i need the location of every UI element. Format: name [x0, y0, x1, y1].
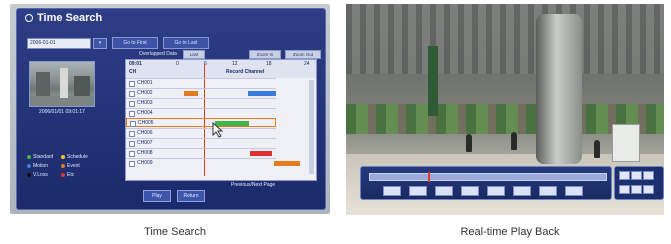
- page-navigation-label: Previous/Next Page: [231, 182, 276, 188]
- motion-segment[interactable]: [248, 91, 276, 96]
- playback-control-bar: [360, 166, 612, 200]
- camera-preview-thumbnail: [29, 61, 95, 107]
- return-button[interactable]: Return: [177, 190, 205, 202]
- channel-row[interactable]: CH003: [126, 98, 276, 108]
- motion-dot-icon: [27, 164, 31, 168]
- title-ring-icon: [25, 14, 33, 22]
- time-search-screenshot-frame: Time Search 2006-01-01 ▾ Go to First Go …: [10, 4, 330, 214]
- channel-checkbox[interactable]: [129, 141, 135, 147]
- reverse-play-button[interactable]: [435, 186, 453, 196]
- legend-vloss: V.Loss: [27, 172, 48, 178]
- rewind-button[interactable]: [383, 186, 401, 196]
- legend-schedule: Schedule: [61, 154, 88, 160]
- channel-row[interactable]: CH006: [126, 128, 276, 138]
- mouse-pointer-icon: [212, 122, 224, 138]
- pause-button[interactable]: [461, 186, 479, 196]
- grid-header: 09:01 0 6 12 18 24 CH Record Channel: [126, 60, 316, 78]
- channel-row[interactable]: CH001: [126, 78, 276, 88]
- step-back-button[interactable]: [409, 186, 427, 196]
- channel-checkbox[interactable]: [129, 131, 135, 137]
- close-playback-button[interactable]: [643, 185, 654, 194]
- time-search-window: Time Search 2006-01-01 ▾ Go to First Go …: [16, 8, 326, 210]
- channel-checkbox[interactable]: [129, 101, 135, 107]
- channel-row[interactable]: CH002: [126, 88, 276, 98]
- vloss-dot-icon: [27, 173, 31, 177]
- channel-checkbox[interactable]: [129, 161, 135, 167]
- event-segment[interactable]: [274, 161, 300, 166]
- channel-checkbox[interactable]: [129, 81, 135, 87]
- legend-event: Event: [61, 163, 80, 169]
- speed-up-button[interactable]: [631, 185, 642, 194]
- split-4-button[interactable]: [631, 171, 642, 180]
- overlap-last-button[interactable]: Last: [183, 50, 205, 59]
- go-to-first-button[interactable]: Go to First: [112, 37, 158, 49]
- fast-forward-button[interactable]: [539, 186, 557, 196]
- playback-timeline[interactable]: [369, 172, 607, 182]
- zoom-out-button[interactable]: Zoom Out: [285, 50, 321, 59]
- split-1-button[interactable]: [619, 171, 630, 180]
- date-field[interactable]: 2006-01-01: [27, 38, 91, 49]
- channel-row[interactable]: CH008: [126, 148, 276, 158]
- calendar-dropdown-button[interactable]: ▾: [93, 38, 107, 49]
- channel-row[interactable]: CH009: [126, 158, 300, 168]
- schedule-dot-icon: [61, 155, 65, 159]
- legend-motion: Motion: [27, 163, 48, 169]
- stop-button[interactable]: [565, 186, 583, 196]
- playback-side-panel: [614, 166, 664, 200]
- event-dot-icon: [61, 164, 65, 168]
- channel-checkbox[interactable]: [129, 111, 135, 117]
- timeline-grid[interactable]: 09:01 0 6 12 18 24 CH Record Channel CH0…: [125, 59, 317, 181]
- etc-dot-icon: [61, 173, 65, 177]
- channel-checkbox[interactable]: [130, 121, 136, 127]
- caption-time-search: Time Search: [144, 226, 206, 238]
- play-button[interactable]: Play: [143, 190, 171, 202]
- title-text: Time Search: [37, 12, 103, 24]
- channel-checkbox[interactable]: [129, 151, 135, 157]
- channel-row-selected[interactable]: CH005: [126, 118, 276, 127]
- channel-checkbox[interactable]: [129, 91, 135, 97]
- speed-down-button[interactable]: [619, 185, 630, 194]
- preview-timestamp: 2006/01/01 09:01:17: [39, 109, 85, 115]
- legend-etc: Etc: [61, 172, 74, 178]
- standard-dot-icon: [27, 155, 31, 159]
- go-to-last-button[interactable]: Go to Last: [163, 37, 209, 49]
- channel-row[interactable]: CH004: [126, 108, 276, 118]
- info-kiosk: [612, 124, 640, 162]
- channel-row[interactable]: CH007: [126, 138, 276, 148]
- grid-scrollbar[interactable]: [309, 80, 314, 174]
- window-title: Time Search: [25, 12, 102, 24]
- overlapped-data-label: Overlapped Data: [139, 51, 177, 57]
- caption-real-time-play-back: Real-time Play Back: [460, 226, 560, 238]
- play-forward-button[interactable]: [487, 186, 505, 196]
- station-sign: [428, 46, 438, 116]
- split-9-button[interactable]: [643, 171, 654, 180]
- zoom-in-button[interactable]: Zoom In: [249, 50, 281, 59]
- step-forward-button[interactable]: [513, 186, 531, 196]
- etc-segment[interactable]: [250, 151, 272, 156]
- playback-position-cursor[interactable]: [428, 172, 430, 182]
- legend-standard: Standard: [27, 154, 53, 160]
- event-segment[interactable]: [184, 91, 198, 96]
